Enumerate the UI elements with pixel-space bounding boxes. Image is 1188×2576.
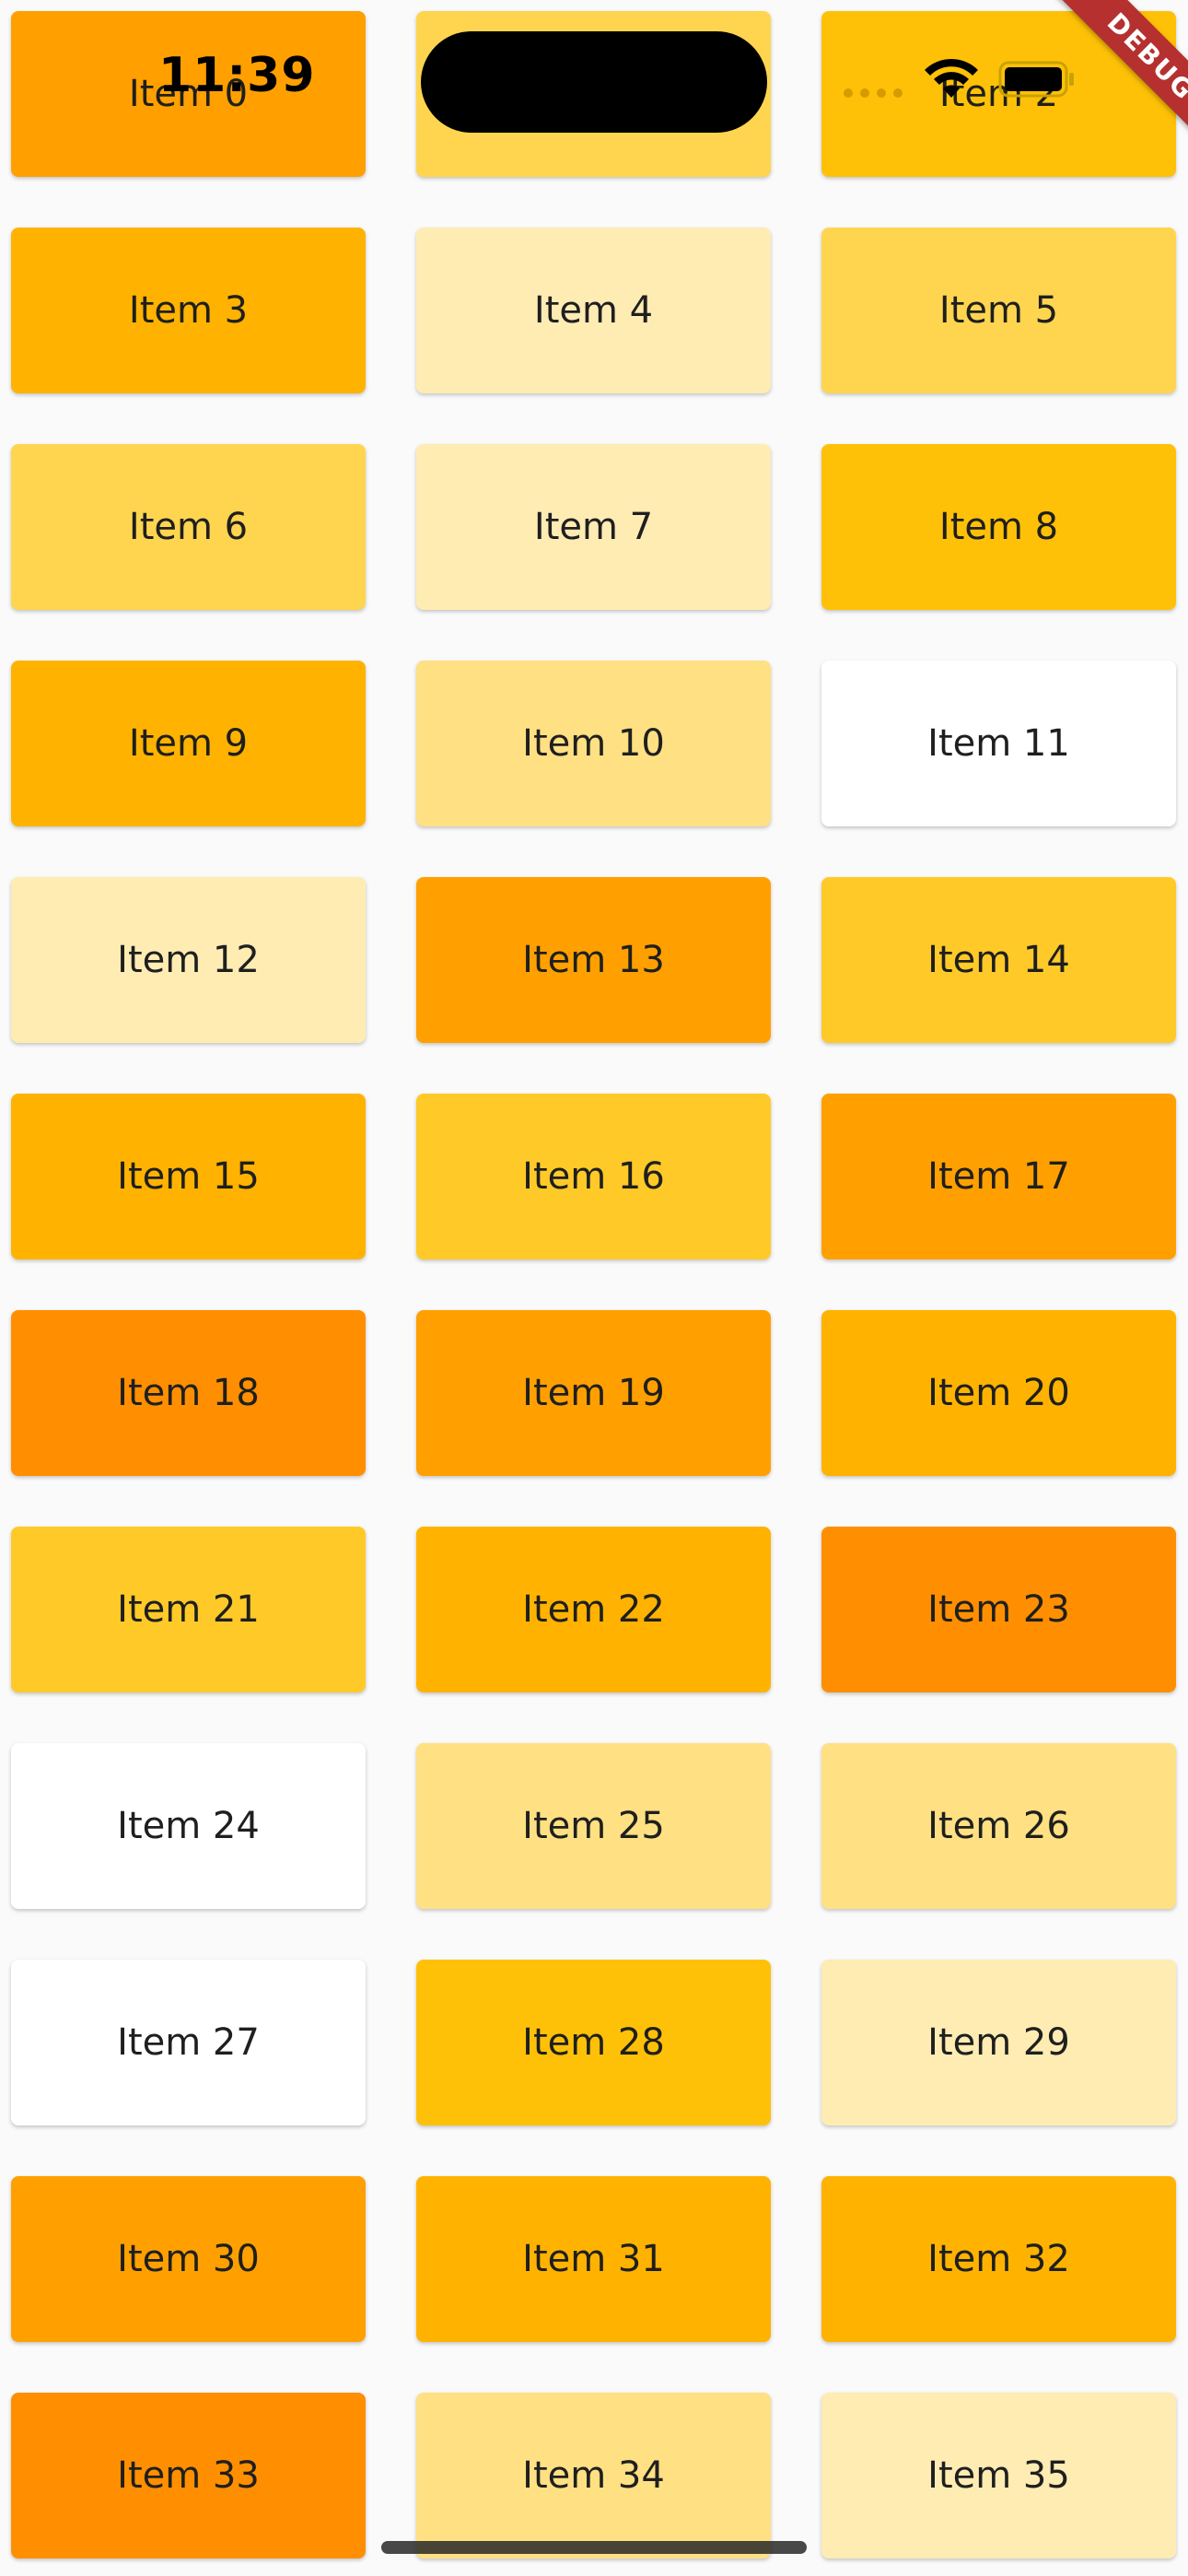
grid-item-label: Item 24 xyxy=(117,1805,260,1847)
grid-item-label: Item 31 xyxy=(522,2238,665,2280)
grid-item-label: Item 29 xyxy=(927,2021,1070,2064)
grid-item[interactable]: Item 16 xyxy=(416,1094,771,1259)
grid-item-label: Item 33 xyxy=(117,2454,260,2497)
grid-item[interactable]: Item 34 xyxy=(416,2393,771,2558)
grid-item-label: Item 5 xyxy=(938,289,1059,332)
grid-item-label: Item 17 xyxy=(927,1155,1070,1198)
grid-item[interactable]: Item 20 xyxy=(821,1310,1176,1476)
grid-item[interactable]: Item 13 xyxy=(416,877,771,1043)
grid-item[interactable]: Item 7 xyxy=(416,444,771,610)
grid-item-label: Item 30 xyxy=(117,2238,260,2280)
grid-item[interactable]: Item 28 xyxy=(416,1960,771,2125)
grid-item-label: Item 0 xyxy=(128,73,249,115)
item-grid: Item 0 Item 1 Item 2 Item 3 Item 4 Item 5 Item… xyxy=(11,11,1177,2558)
grid-item[interactable]: Item 4 xyxy=(416,228,771,393)
grid-item-label: Item 1 xyxy=(533,73,654,115)
grid-item[interactable]: Item 10 xyxy=(416,661,771,826)
grid-item-label: Item 11 xyxy=(927,722,1070,765)
grid-item-label: Item 9 xyxy=(128,722,249,765)
grid-item[interactable]: Item 23 xyxy=(821,1527,1176,1692)
grid-item-label: Item 14 xyxy=(927,939,1070,981)
grid-item[interactable]: Item 29 xyxy=(821,1960,1176,2125)
grid-item[interactable]: Item 21 xyxy=(11,1527,366,1692)
grid-item[interactable]: Item 1 xyxy=(416,11,771,177)
grid-item-label: Item 34 xyxy=(522,2454,665,2497)
grid-item-label: Item 32 xyxy=(927,2238,1070,2280)
grid-item[interactable]: Item 12 xyxy=(11,877,366,1043)
grid-item[interactable]: Item 17 xyxy=(821,1094,1176,1259)
grid-item[interactable]: Item 24 xyxy=(11,1743,366,1909)
grid-item-label: Item 4 xyxy=(533,289,654,332)
grid-item-label: Item 28 xyxy=(522,2021,665,2064)
grid-item[interactable]: Item 11 xyxy=(821,661,1176,826)
grid-item[interactable]: Item 27 xyxy=(11,1960,366,2125)
grid-item-label: Item 15 xyxy=(117,1155,260,1198)
grid-item-label: Item 25 xyxy=(522,1805,665,1847)
grid-item[interactable]: Item 30 xyxy=(11,2176,366,2342)
grid-item-label: Item 23 xyxy=(927,1588,1070,1631)
grid-item-label: Item 21 xyxy=(117,1588,260,1631)
grid-item[interactable]: Item 9 xyxy=(11,661,366,826)
grid-item[interactable]: Item 19 xyxy=(416,1310,771,1476)
grid-item[interactable]: Item 25 xyxy=(416,1743,771,1909)
grid-item[interactable]: Item 14 xyxy=(821,877,1176,1043)
grid-item[interactable]: Item 32 xyxy=(821,2176,1176,2342)
grid-item-label: Item 2 xyxy=(938,73,1059,115)
grid-item[interactable]: Item 26 xyxy=(821,1743,1176,1909)
grid-item-label: Item 3 xyxy=(128,289,249,332)
grid-item[interactable]: Item 35 xyxy=(821,2393,1176,2558)
grid-item[interactable]: Item 31 xyxy=(416,2176,771,2342)
home-indicator[interactable] xyxy=(381,2541,807,2554)
grid-item-label: Item 6 xyxy=(128,506,249,548)
grid-item-label: Item 18 xyxy=(117,1372,260,1414)
grid-item-label: Item 10 xyxy=(522,722,665,765)
grid-item-label: Item 26 xyxy=(927,1805,1070,1847)
grid-item[interactable]: Item 22 xyxy=(416,1527,771,1692)
grid-item-label: Item 16 xyxy=(522,1155,665,1198)
grid-item-label: Item 7 xyxy=(533,506,654,548)
grid-item-label: Item 22 xyxy=(522,1588,665,1631)
grid-item[interactable]: Item 3 xyxy=(11,228,366,393)
grid-item[interactable]: Item 33 xyxy=(11,2393,366,2558)
grid-item-label: Item 13 xyxy=(522,939,665,981)
grid-item-label: Item 12 xyxy=(117,939,260,981)
grid-item[interactable]: Item 0 xyxy=(11,11,366,177)
grid-item[interactable]: Item 18 xyxy=(11,1310,366,1476)
grid-item[interactable]: Item 6 xyxy=(11,444,366,610)
app-screen: Item 0 Item 1 Item 2 Item 3 Item 4 Item 5 Item… xyxy=(0,0,1188,2576)
grid-item-label: Item 27 xyxy=(117,2021,260,2064)
grid-item-label: Item 20 xyxy=(927,1372,1070,1414)
grid-item-label: Item 35 xyxy=(927,2454,1070,2497)
grid-item-label: Item 19 xyxy=(522,1372,665,1414)
grid-item[interactable]: Item 15 xyxy=(11,1094,366,1259)
grid-item[interactable]: Item 8 xyxy=(821,444,1176,610)
grid-item-label: Item 8 xyxy=(938,506,1059,548)
grid-item[interactable]: Item 5 xyxy=(821,228,1176,393)
